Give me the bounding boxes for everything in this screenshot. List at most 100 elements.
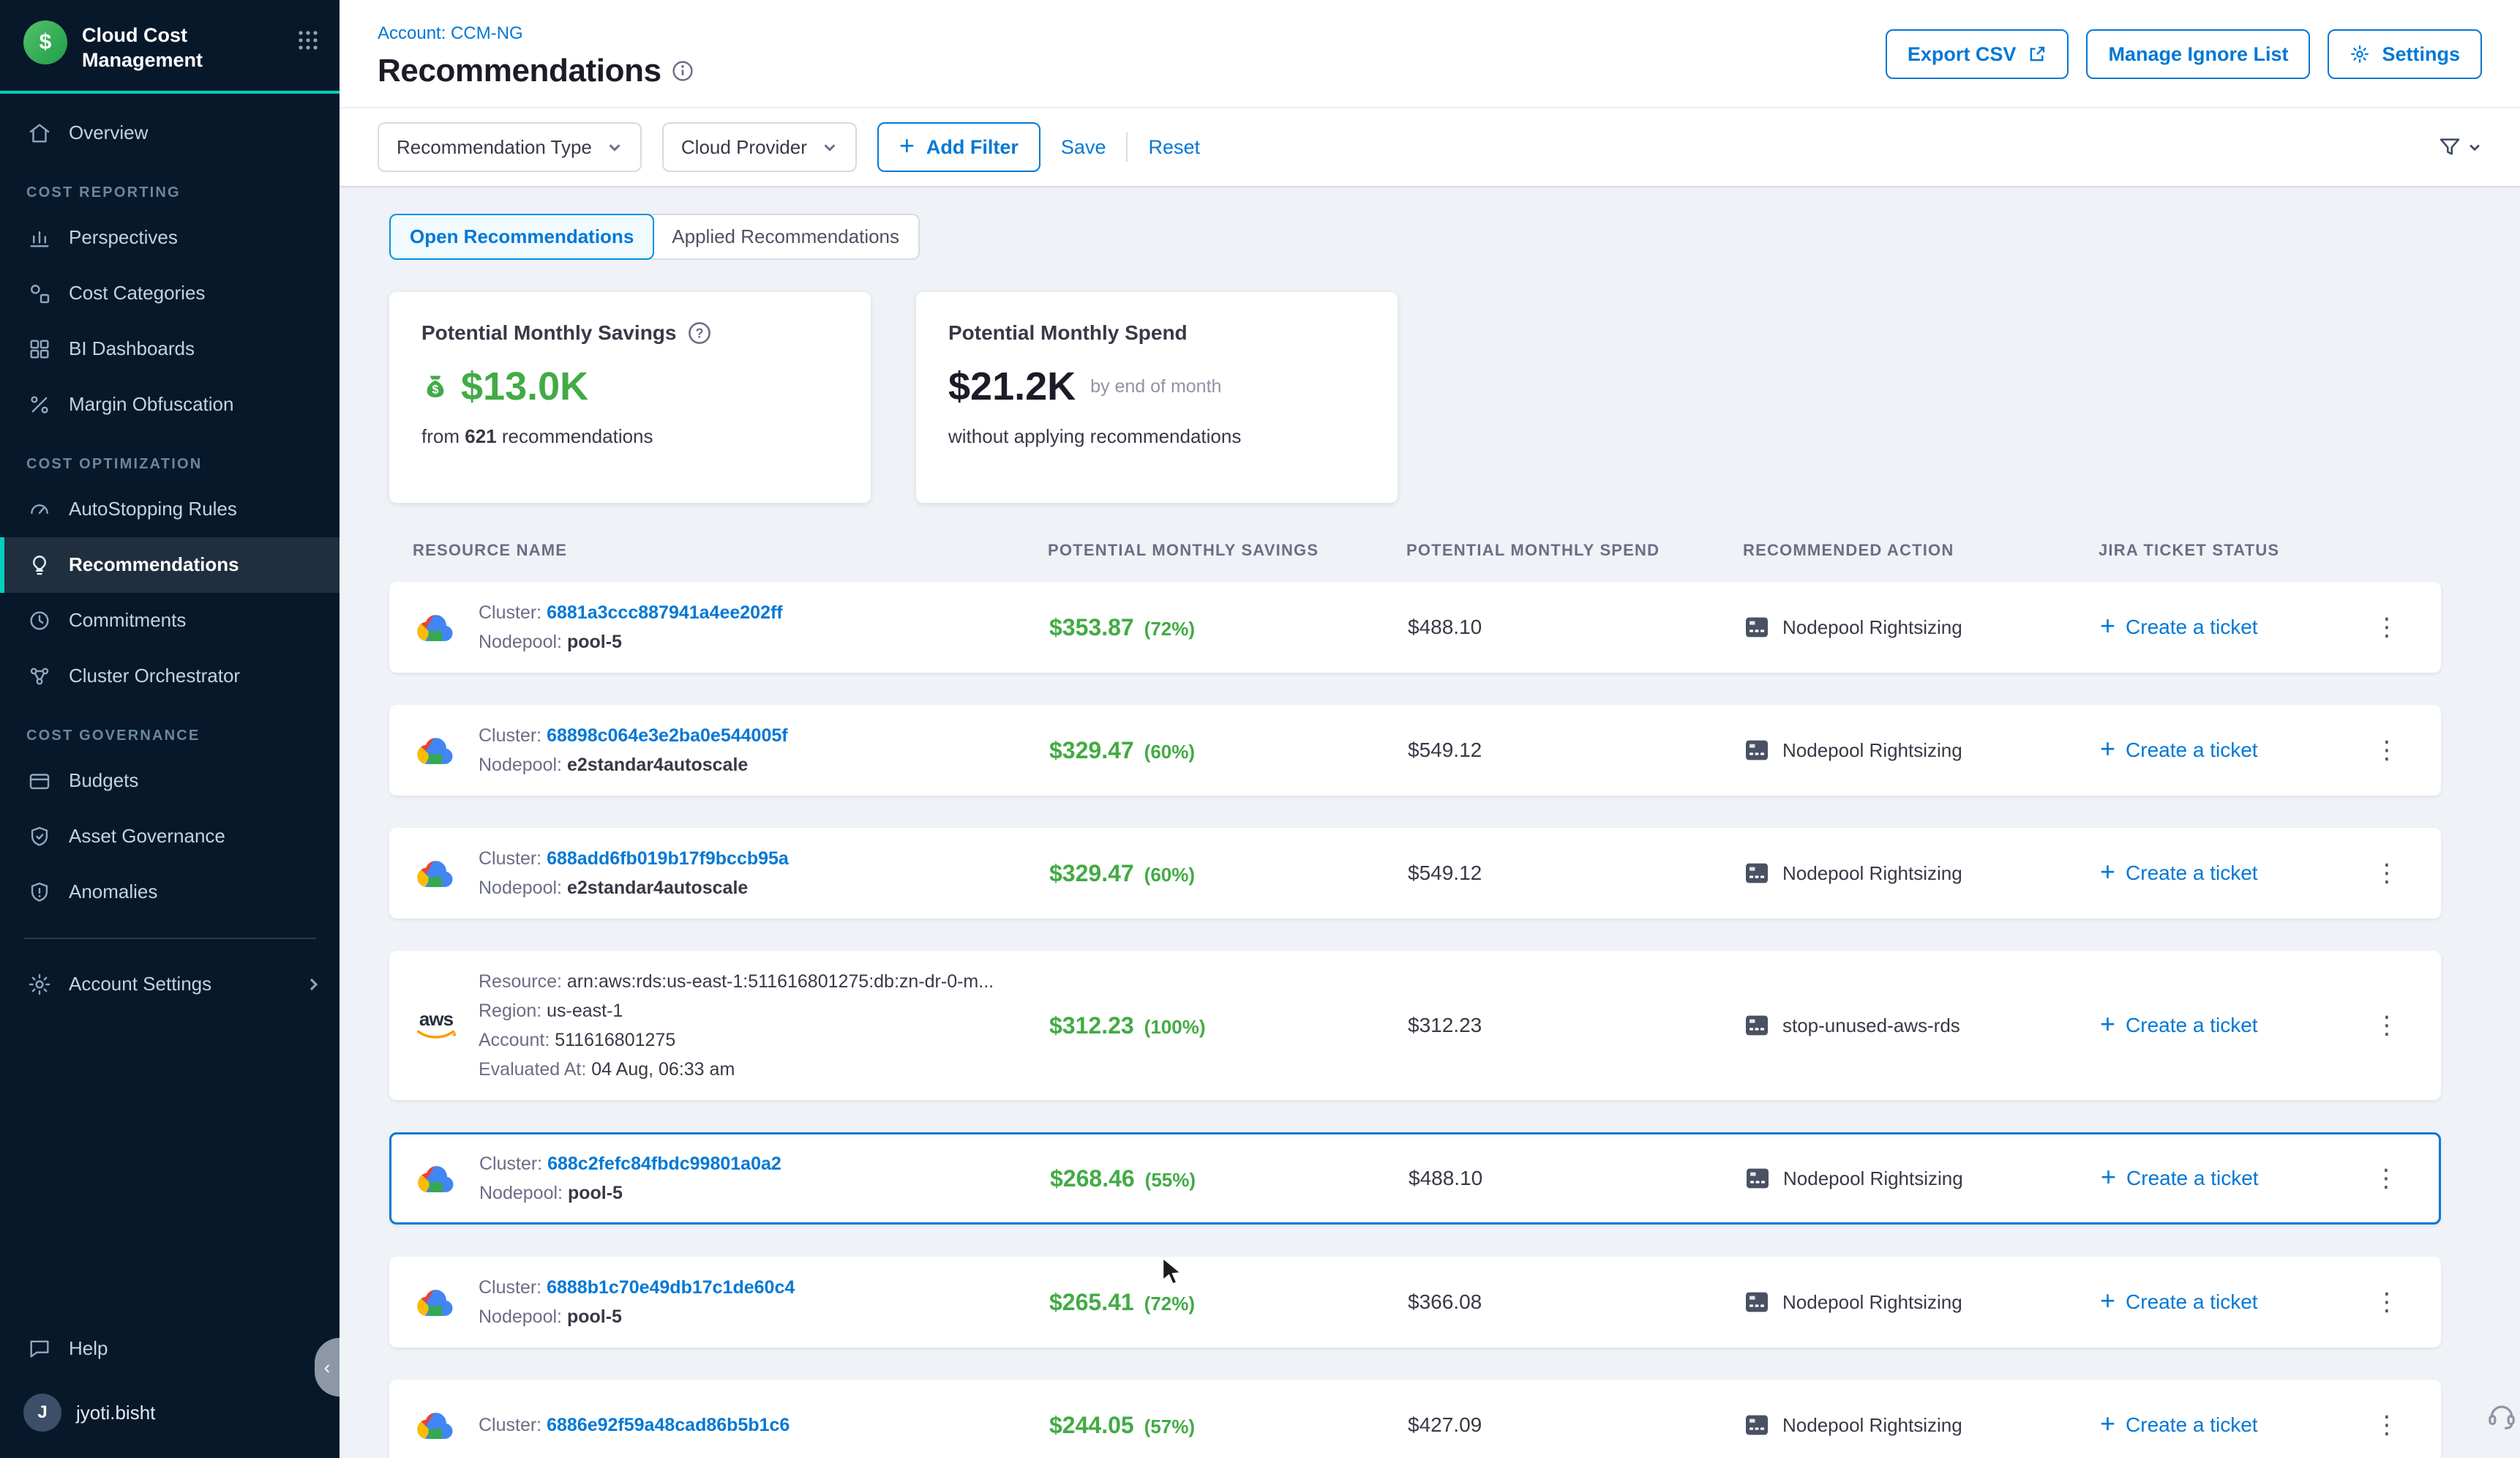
sidebar-item-recommendations[interactable]: Recommendations (0, 537, 340, 593)
sidebar-item-commitments[interactable]: Commitments (0, 593, 340, 648)
resource-field-value[interactable]: 688add6fb019b17f9bccb95a (547, 848, 789, 869)
sidebar-item-margin-obfuscation[interactable]: Margin Obfuscation (0, 377, 340, 433)
sidebar-item-help[interactable]: Help (0, 1320, 340, 1376)
create-ticket-button[interactable]: + Create a ticket (2100, 1290, 2358, 1314)
reset-filter-button[interactable]: Reset (1148, 136, 1200, 159)
resource-field-value[interactable]: 688c2fefc84fbdc99801a0a2 (547, 1154, 781, 1174)
action-label: Nodepool Rightsizing (1782, 616, 1962, 639)
column-header-resource-name: RESOURCE NAME (413, 541, 1048, 560)
sidebar-item-label: Anomalies (69, 881, 157, 903)
recommendation-row[interactable]: Cluster: 68898c064e3e2ba0e544005fNodepoo… (389, 705, 2441, 796)
spend-amount-suffix: by end of month (1090, 376, 1221, 397)
gear-icon (26, 972, 53, 997)
commitments-icon (26, 608, 53, 633)
breadcrumb-account[interactable]: Account: CCM-NG (378, 23, 523, 44)
spend-subtitle: without applying recommendations (948, 425, 1365, 448)
create-ticket-button[interactable]: + Create a ticket (2100, 739, 2358, 762)
tab-open-recommendations[interactable]: Open Recommendations (389, 214, 654, 260)
sidebar-item-autostopping-rules[interactable]: AutoStopping Rules (0, 482, 340, 537)
resource-field-label: Cluster: (479, 1415, 541, 1435)
potential-spend-value: $488.10 (1408, 616, 1744, 639)
settings-button[interactable]: Settings (2328, 29, 2482, 79)
info-icon[interactable] (672, 60, 694, 82)
row-menu-icon[interactable]: ⋮ (2374, 613, 2399, 642)
filter-bar: Recommendation Type Cloud Provider + Add… (340, 107, 2520, 187)
question-icon[interactable]: ? (688, 321, 711, 345)
column-header-potential-spend: POTENTIAL MONTHLY SPEND (1406, 541, 1743, 560)
resource-field-value: arn:aws:rds:us-east-1:511616801275:db:zn… (567, 971, 994, 992)
resource-cell: Cluster: 6886e92f59a48cad86b5b1c6 (414, 1409, 1049, 1441)
cloud-provider-dropdown[interactable]: Cloud Provider (662, 122, 857, 172)
save-filter-button[interactable]: Save (1061, 136, 1106, 159)
resource-details: Cluster: 688c2fefc84fbdc99801a0a2Nodepoo… (479, 1149, 781, 1208)
tab-applied-recommendations[interactable]: Applied Recommendations (653, 215, 918, 258)
external-link-icon (2028, 45, 2047, 64)
sidebar-item-budgets[interactable]: Budgets (0, 753, 340, 809)
apps-grid-icon[interactable] (297, 20, 319, 57)
recommendation-count: 621 (465, 425, 496, 447)
sidebar-item-cost-categories[interactable]: Cost Categories (0, 266, 340, 321)
recommendation-row[interactable]: Cluster: 688add6fb019b17f9bccb95aNodepoo… (389, 828, 2441, 919)
autostopping-icon (26, 497, 53, 522)
cost-categories-icon (26, 281, 53, 306)
resource-details: Resource: arn:aws:rds:us-east-1:51161680… (479, 967, 994, 1084)
sidebar-item-account-settings[interactable]: Account Settings (0, 957, 340, 1012)
create-ticket-button[interactable]: + Create a ticket (2100, 1014, 2358, 1037)
sidebar-item-cluster-orchestrator[interactable]: Cluster Orchestrator (0, 648, 340, 704)
create-ticket-button[interactable]: + Create a ticket (2101, 1167, 2357, 1190)
sidebar-item-label: Margin Obfuscation (69, 393, 233, 416)
recommendation-row[interactable]: Cluster: 6881a3ccc887941a4ee202ffNodepoo… (389, 582, 2441, 673)
sidebar-section-label: COST OPTIMIZATION (26, 456, 340, 473)
content-area: Open Recommendations Applied Recommendat… (340, 187, 2520, 1458)
row-menu-icon[interactable]: ⋮ (2374, 859, 2399, 888)
gcp-logo-icon (414, 734, 458, 766)
sidebar-item-label: Budgets (69, 769, 138, 792)
plus-icon: + (2100, 859, 2115, 885)
recommendation-row[interactable]: Cluster: 6888b1c70e49db17c1de60c4Nodepoo… (389, 1257, 2441, 1347)
potential-spend-card: Potential Monthly Spend $21.2K by end of… (916, 292, 1398, 503)
row-menu-icon[interactable]: ⋮ (2374, 1164, 2399, 1193)
resource-field-value[interactable]: 6881a3ccc887941a4ee202ff (547, 602, 783, 623)
spend-amount: $21.2K (948, 364, 1076, 409)
avatar: J (23, 1394, 61, 1432)
row-menu-icon[interactable]: ⋮ (2374, 1011, 2399, 1040)
savings-subtitle: from 621 recommendations (421, 425, 839, 448)
resource-field-label: Cluster: (479, 725, 541, 746)
resource-field-value[interactable]: 6888b1c70e49db17c1de60c4 (547, 1277, 795, 1298)
recommendation-row[interactable]: Cluster: 6886e92f59a48cad86b5b1c6 $244.0… (389, 1380, 2441, 1458)
plus-icon: + (2101, 1164, 2116, 1190)
app-title: Cloud Cost Management (82, 20, 243, 73)
resource-field-value[interactable]: 68898c064e3e2ba0e544005f (547, 725, 787, 746)
recommendation-row[interactable]: Cluster: 688c2fefc84fbdc99801a0a2Nodepoo… (389, 1132, 2441, 1225)
action-type-icon (1744, 616, 1769, 638)
create-ticket-label: Create a ticket (2126, 1014, 2258, 1037)
sidebar-item-label: Overview (69, 122, 148, 144)
action-label: Nodepool Rightsizing (1783, 1167, 1963, 1190)
create-ticket-button[interactable]: + Create a ticket (2100, 1413, 2358, 1437)
chevron-down-icon (822, 139, 838, 155)
row-menu-icon[interactable]: ⋮ (2374, 736, 2399, 765)
sidebar-header: $ Cloud Cost Management (0, 0, 340, 91)
manage-ignore-list-button[interactable]: Manage Ignore List (2086, 29, 2310, 79)
create-ticket-button[interactable]: + Create a ticket (2100, 861, 2358, 885)
export-csv-button[interactable]: Export CSV (1886, 29, 2069, 79)
user-profile[interactable]: J jyoti.bisht (0, 1376, 340, 1458)
support-headset-icon[interactable] (2485, 1399, 2519, 1438)
row-menu-icon[interactable]: ⋮ (2374, 1287, 2399, 1317)
create-ticket-button[interactable]: + Create a ticket (2100, 616, 2358, 639)
sidebar-item-label: Help (69, 1337, 108, 1360)
column-header-potential-savings: POTENTIAL MONTHLY SAVINGS (1048, 541, 1406, 560)
resource-field-value[interactable]: 6886e92f59a48cad86b5b1c6 (547, 1415, 790, 1435)
user-name: jyoti.bisht (76, 1402, 155, 1424)
sidebar-item-anomalies[interactable]: Anomalies (0, 864, 340, 920)
add-filter-button[interactable]: + Add Filter (877, 122, 1040, 172)
recommendation-type-dropdown[interactable]: Recommendation Type (378, 122, 642, 172)
filter-funnel-button[interactable] (2438, 135, 2482, 159)
sidebar-item-perspectives[interactable]: Perspectives (0, 210, 340, 266)
create-ticket-label: Create a ticket (2126, 1413, 2258, 1437)
sidebar-item-asset-governance[interactable]: Asset Governance (0, 809, 340, 864)
row-menu-icon[interactable]: ⋮ (2374, 1410, 2399, 1440)
recommendation-row[interactable]: aws Resource: arn:aws:rds:us-east-1:5116… (389, 951, 2441, 1100)
sidebar-item-overview[interactable]: Overview (0, 105, 340, 161)
sidebar-item-bi-dashboards[interactable]: BI Dashboards (0, 321, 340, 377)
